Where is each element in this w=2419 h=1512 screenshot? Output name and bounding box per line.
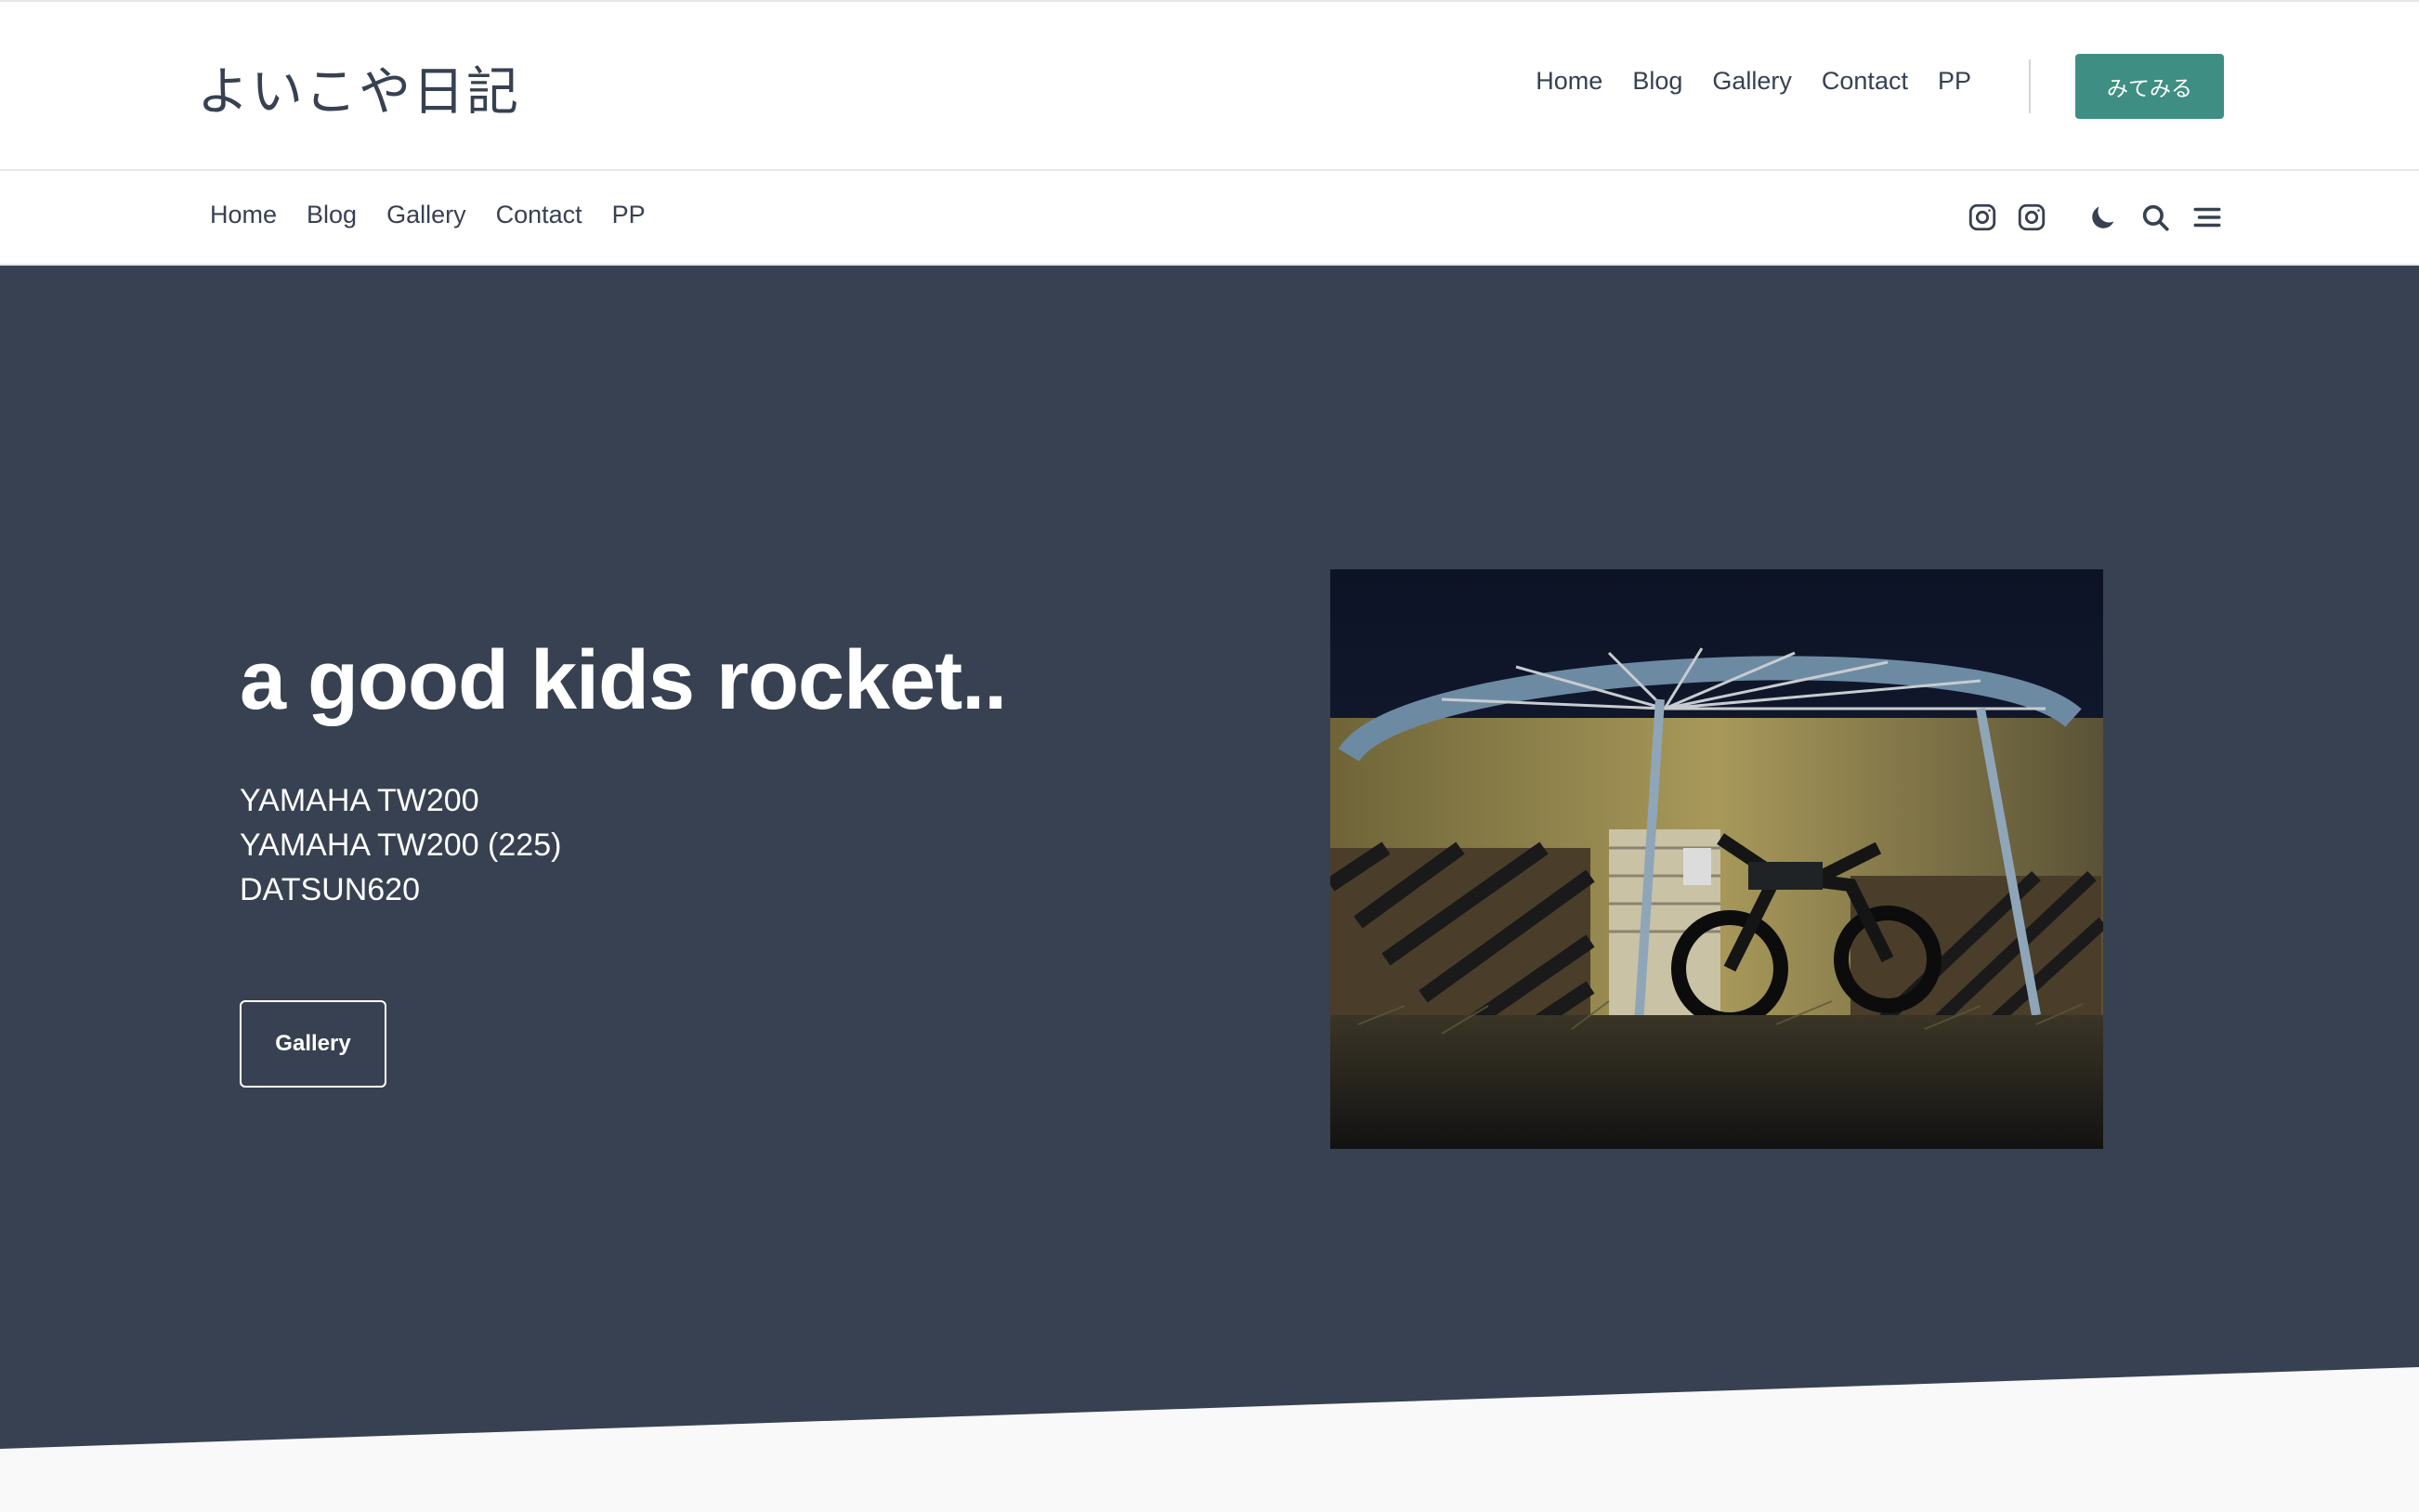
- secondary-nav-contact[interactable]: Contact: [496, 201, 582, 229]
- hero-line: YAMAHA TW200 (225): [240, 828, 562, 863]
- hero-line: DATSUN620: [240, 872, 420, 907]
- cta-button[interactable]: みてみる: [2075, 54, 2224, 119]
- site-title[interactable]: よいこや日記: [197, 50, 520, 125]
- header-nav-home[interactable]: Home: [1536, 67, 1602, 96]
- hero-section: a good kids rocket.. YAMAHA TW200 YAMAHA…: [0, 266, 2419, 1512]
- hero-title: a good kids rocket..: [240, 634, 1007, 727]
- secondary-nav-home[interactable]: Home: [210, 201, 277, 229]
- header-divider: [2029, 59, 2031, 113]
- hero-line: YAMAHA TW200: [240, 783, 479, 818]
- secondary-nav: Home Blog Gallery Contact PP: [210, 201, 646, 229]
- header-nav: Home Blog Gallery Contact PP: [1536, 67, 1971, 96]
- secondary-nav-blog[interactable]: Blog: [307, 201, 357, 229]
- hero-subtitle-lines: YAMAHA TW200 YAMAHA TW200 (225) DATSUN62…: [240, 778, 561, 912]
- secondary-bar: Home Blog Gallery Contact PP: [0, 171, 2419, 266]
- header-nav-blog[interactable]: Blog: [1632, 67, 1682, 96]
- header-nav-pp[interactable]: PP: [1938, 67, 1971, 96]
- instagram-icon[interactable]: [1960, 195, 2005, 240]
- secondary-nav-pp[interactable]: PP: [612, 201, 646, 229]
- menu-icon[interactable]: [2185, 195, 2229, 240]
- hero-photo: [1330, 569, 2103, 1149]
- header-nav-gallery[interactable]: Gallery: [1712, 67, 1792, 96]
- instagram-icon[interactable]: [2009, 195, 2054, 240]
- site-header: よいこや日記 Home Blog Gallery Contact PP みてみる: [0, 2, 2419, 171]
- moon-icon[interactable]: [2081, 195, 2125, 240]
- hero-gallery-button[interactable]: Gallery: [240, 1000, 386, 1088]
- motorcycle-photo: [1330, 569, 2103, 1149]
- search-icon[interactable]: [2133, 195, 2177, 240]
- header-nav-contact[interactable]: Contact: [1822, 67, 1908, 96]
- secondary-nav-gallery[interactable]: Gallery: [386, 201, 466, 229]
